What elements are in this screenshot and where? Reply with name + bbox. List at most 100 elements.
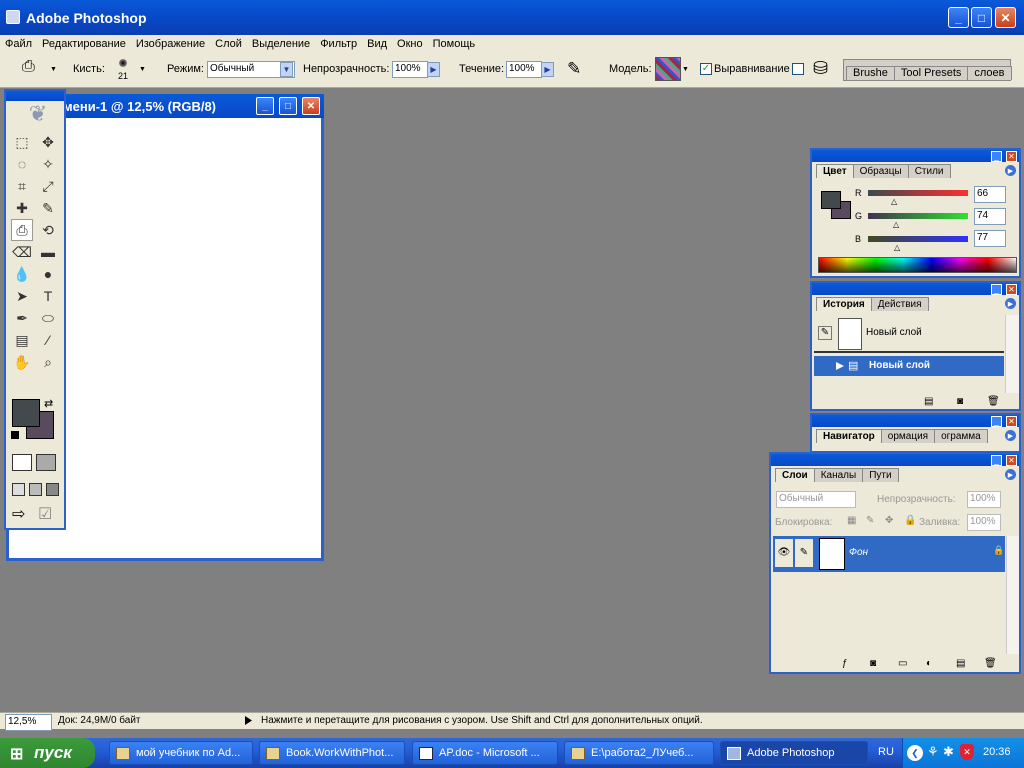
tab-styles[interactable]: Стили (907, 164, 951, 178)
feather-logo-icon[interactable]: ❦ (16, 103, 60, 125)
tab-history[interactable]: История (816, 297, 872, 311)
shape-tool-icon[interactable]: ⬭ (37, 307, 59, 329)
lock-transparency-icon[interactable]: ▦ (847, 515, 856, 526)
task-book[interactable]: Book.WorkWithPhot... (259, 741, 405, 765)
pattern-swatch[interactable] (655, 57, 681, 81)
screen-mode-full-icon[interactable] (46, 483, 59, 496)
layers-panel-menu-icon[interactable]: ▶ (1005, 469, 1016, 480)
layer-row-background[interactable]: 👁 ✎ Фон 🔒 (773, 536, 1005, 572)
layers-panel-close-button[interactable]: ✕ (1006, 455, 1017, 466)
history-delete-icon[interactable]: 🗑 (987, 396, 1000, 407)
channel-r-field[interactable]: 66 (974, 186, 1006, 203)
channel-b-field[interactable]: 77 (974, 230, 1006, 247)
task-photoshop[interactable]: Adobe Photoshop (720, 741, 868, 765)
channel-b-slider[interactable] (868, 236, 968, 242)
color-panel-menu-icon[interactable]: ▶ (1005, 165, 1016, 176)
screen-mode-standard-icon[interactable] (12, 483, 25, 496)
default-colors-icon[interactable] (11, 431, 19, 439)
menu-layer[interactable]: Слой (210, 38, 247, 50)
task-word[interactable]: AP.doc - Microsoft ... (412, 741, 558, 765)
history-brush-source-icon[interactable]: ✎ (818, 326, 832, 340)
history-panel-minimize-button[interactable]: _ (991, 284, 1002, 295)
antivirus-icon[interactable]: ✱ (943, 744, 954, 760)
brush-tool-icon[interactable]: ✎ (37, 197, 59, 219)
document-close-button[interactable]: ✕ (302, 97, 320, 115)
lasso-tool-icon[interactable]: ◌ (11, 153, 33, 175)
channel-g-slider[interactable] (868, 213, 968, 219)
close-button[interactable]: ✕ (995, 7, 1016, 28)
layers-scrollbar[interactable] (1006, 536, 1019, 654)
new-layer-icon[interactable]: ▤ (956, 658, 965, 669)
blend-mode-select[interactable]: Обычный (776, 491, 856, 508)
flow-slider-arrow-icon[interactable]: ▶ (541, 62, 554, 77)
pattern-stamp-tool-icon[interactable]: ⎙ (11, 219, 33, 241)
lock-image-icon[interactable]: ✎ (866, 515, 874, 526)
fill-field[interactable]: 100% (967, 514, 1001, 531)
maximize-button[interactable]: □ (971, 7, 992, 28)
tab-actions[interactable]: Действия (870, 297, 929, 311)
menu-image[interactable]: Изображение (131, 38, 210, 50)
new-layer-set-icon[interactable]: ▭ (898, 658, 907, 669)
history-snapshot-icon[interactable]: ◙ (957, 396, 963, 407)
pen-tool-icon[interactable]: ✒ (11, 307, 33, 329)
tab-histogram[interactable]: ограмма (934, 429, 988, 443)
clock[interactable]: 20:36 (983, 746, 1011, 758)
move-tool-icon[interactable]: ✥ (37, 131, 59, 153)
menu-window[interactable]: Окно (392, 38, 428, 50)
layer-opacity-field[interactable]: 100% (967, 491, 1001, 508)
brush-preview-icon[interactable] (119, 59, 127, 67)
opacity-slider-arrow-icon[interactable]: ▶ (427, 62, 440, 77)
language-indicator[interactable]: RU (878, 746, 894, 758)
aligned-checkbox[interactable]: ✓ (700, 63, 712, 75)
pattern-stamp-tool-preset-icon[interactable]: ⎙ (22, 58, 44, 80)
tab-paths[interactable]: Пути (862, 468, 899, 482)
task-textbook[interactable]: мой учебник по Ad... (109, 741, 253, 765)
tab-navigator[interactable]: Навигатор (816, 429, 882, 443)
channel-g-field[interactable]: 74 (974, 208, 1006, 225)
file-browser-icon[interactable]: ⛁ (813, 58, 828, 79)
eyedropper-tool-icon[interactable]: ⁄ (37, 329, 59, 351)
status-menu-arrow-icon[interactable] (245, 716, 252, 725)
flow-field[interactable]: 100% (506, 61, 542, 78)
menu-file[interactable]: Файл (0, 38, 37, 50)
menu-select[interactable]: Выделение (247, 38, 315, 50)
menu-help[interactable]: Помощь (428, 38, 481, 50)
add-layer-style-icon[interactable]: ƒ (842, 658, 848, 669)
color-panel-minimize-button[interactable]: _ (991, 151, 1002, 162)
lock-all-icon[interactable]: 🔒 (904, 515, 916, 526)
channel-r-thumb[interactable]: △ (891, 197, 897, 206)
channel-r-slider[interactable] (868, 190, 968, 196)
history-scrollbar[interactable] (1005, 315, 1019, 393)
palette-well-tab-layer-comps[interactable]: слоев (967, 66, 1012, 80)
blur-tool-icon[interactable]: 💧 (11, 263, 33, 285)
opacity-field[interactable]: 100% (392, 61, 428, 78)
color-foreground-swatch-front[interactable] (821, 191, 841, 209)
history-snapshot-row[interactable]: ✎ Новый слой (814, 315, 1004, 353)
notes-tool-icon[interactable]: ▤ (11, 329, 33, 351)
layers-panel-minimize-button[interactable]: _ (991, 455, 1002, 466)
brush-dropdown-icon[interactable]: ▼ (139, 66, 146, 73)
preset-dropdown-icon[interactable]: ▼ (50, 66, 57, 73)
history-brush-tool-icon[interactable]: ⟲ (37, 219, 59, 241)
minimize-button[interactable]: _ (948, 7, 969, 28)
layer-brush-link-icon[interactable]: ✎ (795, 539, 813, 567)
channel-g-thumb[interactable]: △ (893, 220, 899, 229)
type-tool-icon[interactable]: T (37, 285, 59, 307)
history-panel-close-button[interactable]: ✕ (1006, 284, 1017, 295)
layer-visibility-eye-icon[interactable]: 👁 (775, 539, 793, 567)
delete-layer-icon[interactable]: 🗑 (984, 658, 997, 669)
pattern-dropdown-icon[interactable]: ▼ (682, 66, 689, 73)
task-explorer[interactable]: E:\работа2_ЛУчеб... (564, 741, 714, 765)
navigator-panel-minimize-button[interactable]: _ (991, 416, 1002, 427)
history-panel-menu-icon[interactable]: ▶ (1005, 298, 1016, 309)
menu-view[interactable]: Вид (362, 38, 392, 50)
channel-b-thumb[interactable]: △ (894, 243, 900, 252)
crop-tool-icon[interactable]: ⌗ (11, 175, 33, 197)
color-spectrum-bar[interactable] (818, 257, 1017, 273)
zoom-field[interactable]: 12,5% (5, 714, 52, 731)
document-minimize-button[interactable]: _ (256, 97, 274, 115)
palette-well-tab-tool-presets[interactable]: Tool Presets (893, 66, 969, 80)
start-button[interactable]: ⊞ пуск (0, 738, 95, 768)
tab-color[interactable]: Цвет (816, 164, 854, 178)
tab-info[interactable]: ормация (880, 429, 936, 443)
